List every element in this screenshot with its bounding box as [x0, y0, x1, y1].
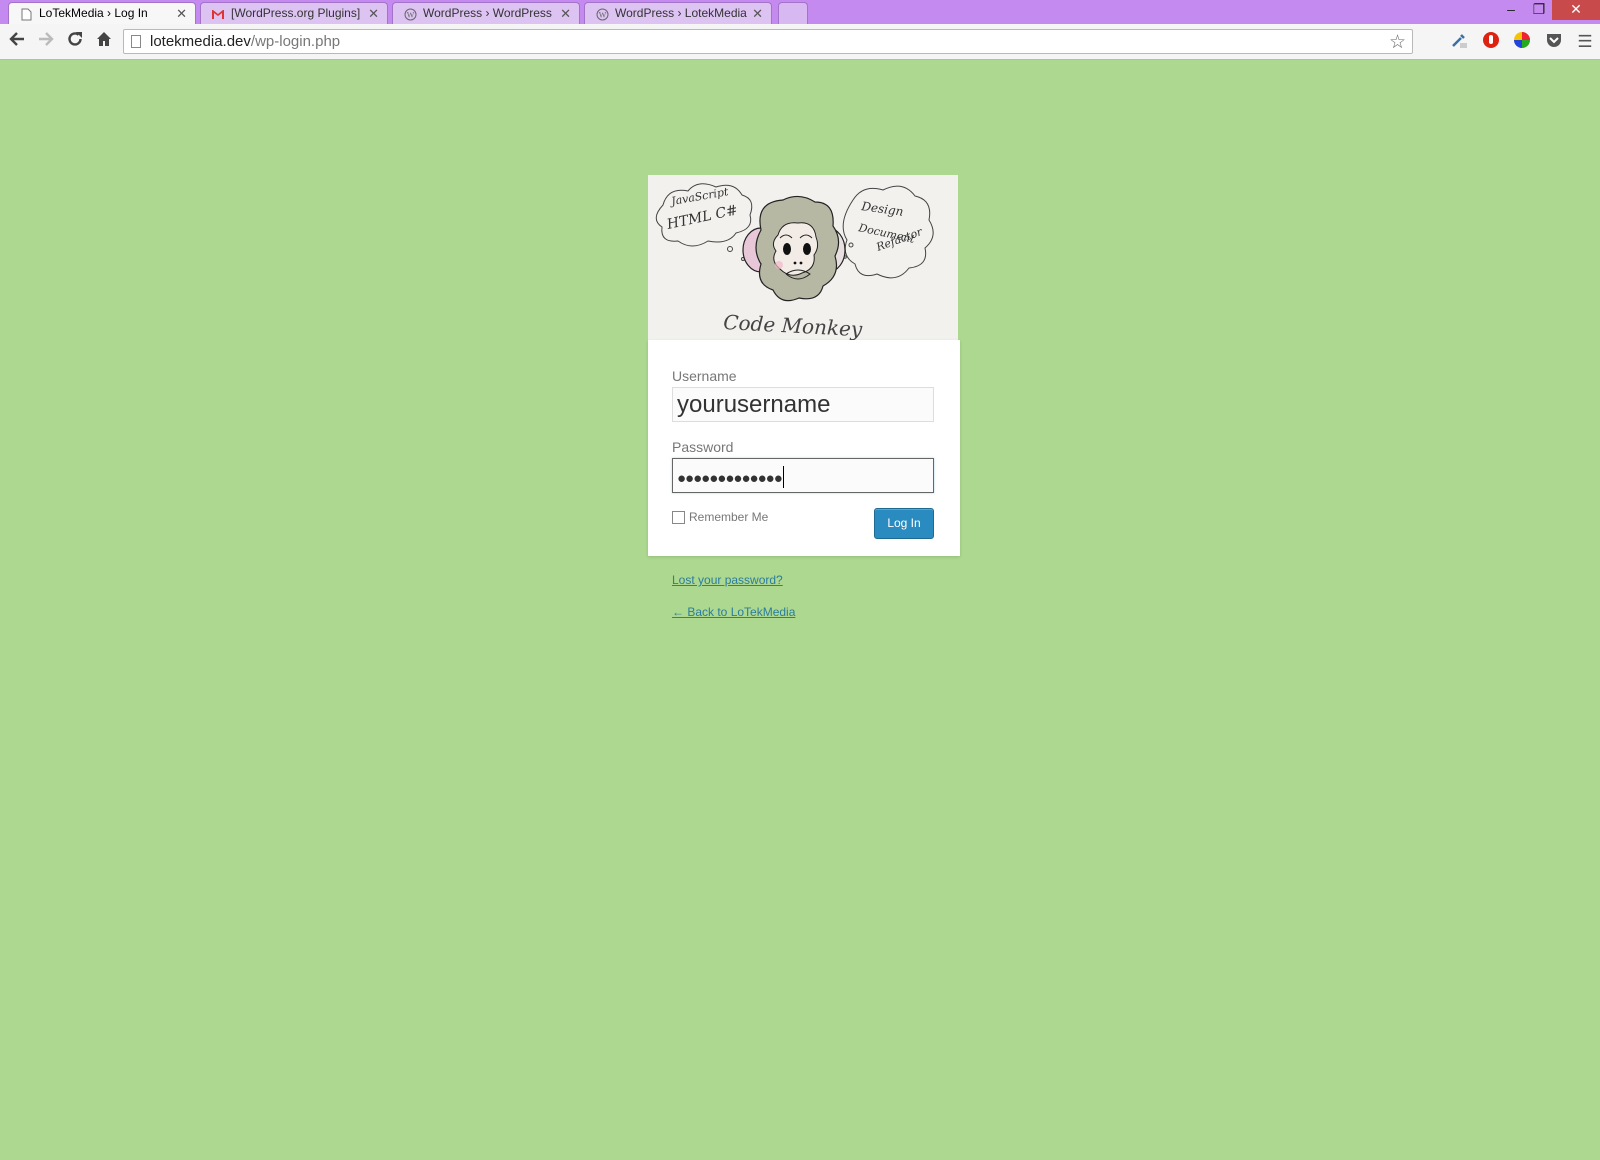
page-icon [19, 7, 33, 21]
window-close-icon[interactable]: ✕ [1552, 0, 1600, 20]
username-input[interactable]: yourusername [672, 387, 934, 422]
close-icon[interactable]: ✕ [752, 3, 763, 24]
menu-hamburger-icon[interactable]: ☰ [1574, 31, 1596, 53]
log-in-button[interactable]: Log In [874, 508, 934, 539]
browser-toolbar: lotekmedia.dev/wp-login.php ☆ ☰ [0, 24, 1600, 60]
svg-text:W: W [406, 10, 414, 19]
remember-me-label[interactable]: Remember Me [689, 510, 768, 524]
tab-label: LoTekMedia › Log In [39, 6, 148, 20]
new-tab-button[interactable] [778, 2, 808, 24]
back-arrow-icon[interactable] [5, 30, 29, 54]
logo-bubble-text: Design [860, 199, 905, 219]
lost-password-link[interactable]: Lost your password? [672, 573, 783, 587]
logo-caption: Code Monkey [723, 310, 864, 340]
username-value: yourusername [677, 391, 831, 418]
text-caret [782, 465, 784, 488]
password-input[interactable]: ●●●●●●●●●●●●● [672, 458, 934, 493]
wordpress-icon: W [595, 7, 609, 21]
pocket-extension-icon[interactable] [1543, 31, 1565, 53]
adblock-extension-icon[interactable] [1480, 31, 1502, 53]
minimize-icon[interactable]: – [1496, 0, 1526, 20]
address-bar[interactable]: lotekmedia.dev/wp-login.php ☆ [123, 29, 1413, 54]
tab-label: WordPress › LotekMedia C [615, 6, 747, 20]
password-value: ●●●●●●●●●●●●● [677, 470, 783, 487]
eyedropper-extension-icon[interactable] [1448, 31, 1470, 53]
password-label: Password [672, 439, 734, 455]
svg-text:W: W [598, 10, 606, 19]
close-icon[interactable]: ✕ [368, 3, 379, 24]
gmail-icon [211, 7, 225, 21]
reload-icon[interactable] [63, 30, 87, 54]
tab-login[interactable]: LoTekMedia › Log In ✕ [8, 2, 196, 25]
url-text: lotekmedia.dev/wp-login.php [150, 33, 341, 50]
home-icon[interactable] [92, 30, 116, 54]
forward-arrow-icon[interactable] [34, 30, 58, 54]
tab-gmail[interactable]: [WordPress.org Plugins] R ✕ [200, 2, 388, 24]
browser-titlebar: LoTekMedia › Log In ✕ [WordPress.org Plu… [0, 0, 1600, 25]
page-icon [131, 35, 141, 48]
restore-icon[interactable]: ❐ [1524, 0, 1554, 20]
tab-wp-lotekmedia[interactable]: W WordPress › LotekMedia C ✕ [584, 2, 772, 24]
username-label: Username [672, 368, 737, 384]
colorpicker-extension-icon[interactable] [1511, 31, 1533, 53]
remember-me-checkbox[interactable] [672, 511, 685, 524]
back-to-site-link[interactable]: ← Back to LoTekMedia [672, 605, 795, 619]
tab-label: [WordPress.org Plugins] R [231, 6, 363, 20]
wordpress-icon: W [403, 7, 417, 21]
close-icon[interactable]: ✕ [560, 3, 571, 24]
login-form: Username yourusername Password ●●●●●●●●●… [648, 340, 960, 556]
close-icon[interactable]: ✕ [176, 3, 187, 24]
bookmark-star-icon[interactable]: ☆ [1389, 31, 1406, 54]
site-logo[interactable]: JavaScript HTML C# Design Document Refac… [648, 175, 958, 340]
tab-label: WordPress › WordPress Pl [423, 6, 555, 20]
tab-wp-plugins[interactable]: W WordPress › WordPress Pl ✕ [392, 2, 580, 24]
